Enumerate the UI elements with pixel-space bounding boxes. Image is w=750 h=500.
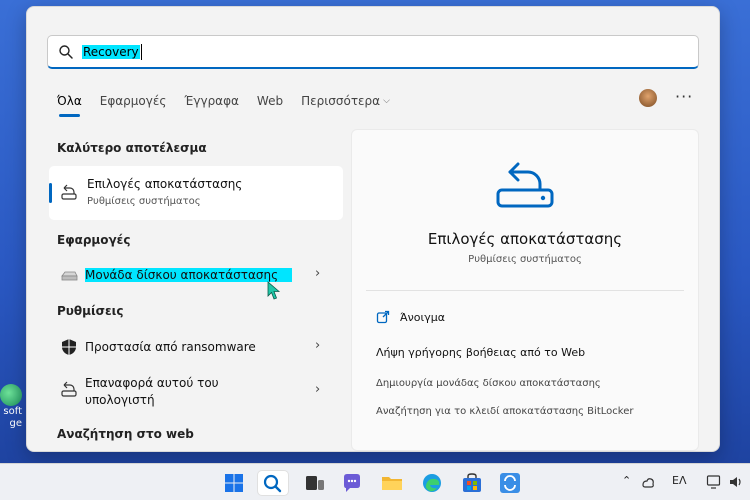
task-view-icon[interactable]: [303, 471, 327, 495]
best-result-subtitle: Ρυθμίσεις συστήματος: [87, 196, 201, 207]
recovery-large-icon: [496, 162, 554, 208]
best-result-item[interactable]: Επιλογές αποκατάστασης Ρυθμίσεις συστήμα…: [49, 166, 343, 220]
reset-pc-title-line1: Επαναφορά αυτού του: [85, 376, 219, 390]
recovery-icon: [61, 381, 77, 397]
chevron-right-icon[interactable]: ›: [315, 382, 320, 397]
search-icon: [59, 44, 73, 59]
network-icon[interactable]: [640, 475, 656, 489]
avatar[interactable]: [639, 89, 657, 107]
recovery-drive-title: Μονάδα δίσκου αποκατάστασης: [85, 268, 293, 282]
open-button[interactable]: Άνοιγμα: [376, 310, 445, 324]
volume-icon[interactable]: [728, 474, 744, 490]
tab-more[interactable]: Περισσότερα ⌵: [301, 91, 390, 111]
recovery-app-icon[interactable]: [498, 471, 522, 495]
store-icon[interactable]: [460, 471, 484, 495]
edge-browser-icon[interactable]: [420, 471, 444, 495]
search-input[interactable]: Recovery: [47, 35, 699, 69]
ransomware-title: Προστασία από ransomware: [85, 340, 256, 354]
tab-documents[interactable]: Έγγραφα: [184, 91, 239, 111]
display-icon[interactable]: [706, 474, 722, 490]
search-panel: Recovery Όλα Εφαρμογές Έγγραφα Web Περισ…: [26, 6, 720, 452]
chevron-up-icon[interactable]: ⌃: [622, 474, 631, 487]
chevron-right-icon[interactable]: ›: [315, 266, 320, 281]
preview-title: Επιλογές αποκατάστασης: [427, 230, 623, 248]
section-title-best: Καλύτερο αποτέλεσμα: [57, 141, 207, 155]
file-explorer-icon[interactable]: [380, 471, 404, 495]
filter-tabs: Όλα Εφαρμογές Έγγραφα Web Περισσότερα ⌵: [57, 91, 408, 117]
edge-desktop-icon[interactable]: [0, 384, 22, 406]
chevron-right-icon[interactable]: ›: [315, 338, 320, 353]
section-title-apps: Εφαρμογές: [57, 233, 131, 247]
recovery-icon: [61, 184, 77, 200]
section-title-web: Αναζήτηση στο web: [57, 427, 194, 441]
mouse-pointer-icon: [267, 281, 281, 300]
language-indicator[interactable]: ΕΛ: [672, 474, 686, 487]
web-link-create-drive[interactable]: Δημιουργία μονάδας δίσκου αποκατάστασης: [376, 378, 601, 389]
web-link-bitlocker-key[interactable]: Αναζήτηση για το κλειδί αποκατάστασης Bi…: [376, 406, 633, 417]
tab-all[interactable]: Όλα: [57, 91, 82, 117]
taskbar: ⌃ ΕΛ: [0, 463, 750, 500]
drive-icon: [61, 271, 78, 281]
tab-web[interactable]: Web: [257, 91, 283, 111]
preview-subtitle: Ρυθμίσεις συστήματος: [468, 254, 582, 265]
more-options-icon[interactable]: ···: [675, 87, 693, 106]
web-help-heading: Λήψη γρήγορης βοήθειας από το Web: [376, 346, 586, 359]
selection-indicator: [49, 183, 52, 203]
divider: [366, 290, 684, 291]
chat-icon[interactable]: [340, 471, 364, 495]
best-result-title: Επιλογές αποκατάστασης: [87, 177, 243, 191]
taskbar-search-button[interactable]: [258, 471, 288, 495]
desktop-icon-label: soft ge: [3, 406, 22, 429]
section-title-settings: Ρυθμίσεις: [57, 304, 124, 318]
tab-apps[interactable]: Εφαρμογές: [100, 91, 167, 111]
open-external-icon: [376, 310, 390, 324]
tab-more-label: Περισσότερα: [301, 94, 381, 108]
shield-icon: [62, 339, 76, 355]
open-label: Άνοιγμα: [400, 310, 445, 324]
windows-start-icon[interactable]: [222, 471, 246, 495]
preview-pane: Επιλογές αποκατάστασης Ρυθμίσεις συστήμα…: [351, 129, 699, 451]
reset-pc-title-line2: υπολογιστή: [85, 393, 155, 407]
text-caret: [140, 43, 142, 60]
chevron-down-icon: ⌵: [383, 96, 390, 106]
search-icon: [263, 474, 282, 493]
search-query: Recovery: [82, 44, 140, 59]
